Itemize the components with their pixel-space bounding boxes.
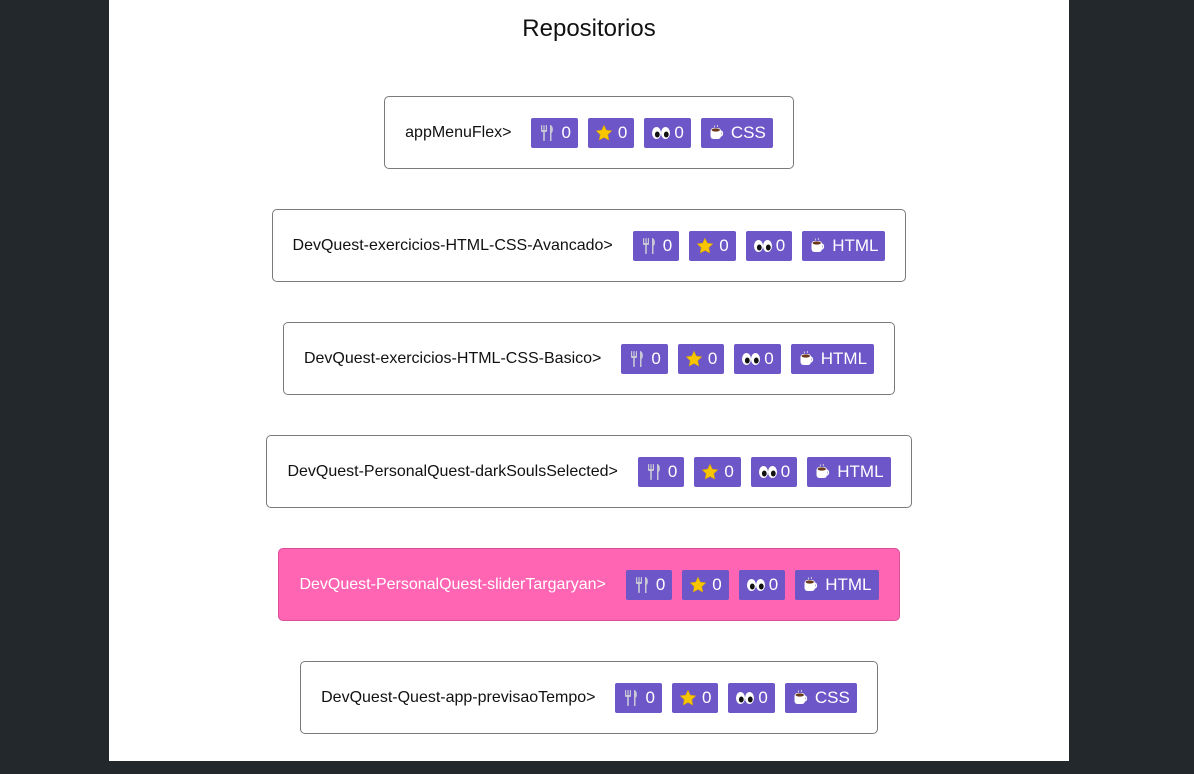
forks-badge: 0: [625, 569, 673, 600]
repo-card-slider-targaryan[interactable]: DevQuest-PersonalQuest-sliderTargaryan> …: [278, 548, 900, 621]
fork-and-knife-icon: [633, 576, 651, 594]
fork-and-knife-icon: [640, 237, 658, 255]
stars-badge: 0: [587, 117, 635, 148]
stars-count: 0: [617, 122, 628, 142]
watchers-badge: 0: [734, 343, 781, 374]
watchers-count: 0: [674, 122, 684, 142]
language-badge: HTML: [807, 456, 891, 487]
stars-badge: 0: [689, 230, 736, 261]
coffee-cup-icon: [814, 463, 832, 481]
forks-badge: 0: [615, 682, 662, 713]
coffee-cup-icon: [809, 237, 827, 255]
forks-count: 0: [667, 461, 678, 481]
forks-count: 0: [561, 122, 571, 142]
stars-badge: 0: [694, 456, 741, 487]
stars-count: 0: [707, 348, 718, 368]
language-label: HTML: [820, 348, 868, 368]
forks-count: 0: [655, 574, 666, 594]
language-badge: CSS: [700, 117, 773, 148]
stars-count: 0: [712, 574, 722, 594]
repo-card-darksouls-selected[interactable]: DevQuest-PersonalQuest-darkSoulsSelected…: [266, 435, 912, 508]
watchers-count: 0: [764, 348, 774, 368]
stars-badge: 0: [671, 682, 719, 713]
forks-count: 0: [651, 348, 661, 368]
star-icon: [689, 576, 707, 594]
forks-badge: 0: [531, 117, 578, 148]
language-label: HTML: [837, 461, 884, 481]
star-icon: [701, 463, 719, 481]
coffee-cup-icon: [798, 350, 816, 368]
repo-card-appmenuflex[interactable]: appMenuFlex> 0 0 0 CSS: [384, 96, 794, 169]
star-icon: [679, 689, 697, 707]
stars-badge: 0: [677, 343, 725, 374]
star-icon: [685, 350, 703, 368]
watchers-badge: 0: [745, 230, 793, 261]
stars-count: 0: [719, 235, 729, 255]
repo-name: DevQuest-Quest-app-previsaoTempo>: [321, 688, 596, 706]
forks-count: 0: [662, 235, 673, 255]
repo-name: appMenuFlex>: [405, 123, 512, 141]
language-label: CSS: [814, 687, 850, 707]
fork-and-knife-icon: [622, 689, 640, 707]
eyes-icon: [753, 237, 772, 255]
eyes-icon: [741, 350, 761, 368]
fork-and-knife-icon: [538, 124, 556, 142]
forks-count: 0: [645, 687, 655, 707]
stars-count: 0: [724, 461, 734, 481]
language-label: HTML: [825, 574, 872, 594]
language-badge: HTML: [802, 230, 886, 261]
language-badge: CSS: [784, 682, 857, 713]
watchers-count: 0: [775, 235, 786, 255]
watchers-badge: 0: [728, 682, 775, 713]
stars-badge: 0: [682, 569, 729, 600]
watchers-count: 0: [758, 687, 768, 707]
eyes-icon: [651, 124, 671, 142]
language-label: HTML: [832, 235, 879, 255]
watchers-count: 0: [768, 574, 779, 594]
language-badge: HTML: [790, 343, 875, 374]
forks-badge: 0: [621, 343, 668, 374]
eyes-icon: [735, 689, 755, 707]
stars-count: 0: [701, 687, 712, 707]
coffee-cup-icon: [708, 124, 726, 142]
repo-card-html-css-avancado[interactable]: DevQuest-exercicios-HTML-CSS-Avancado> 0…: [271, 209, 907, 282]
main-content: Repositorios appMenuFlex> 0 0 0 CSS DevQ…: [109, 0, 1069, 761]
star-icon: [595, 124, 613, 142]
eyes-icon: [758, 463, 777, 481]
fork-and-knife-icon: [628, 350, 646, 368]
fork-and-knife-icon: [645, 463, 663, 481]
watchers-badge: 0: [750, 456, 798, 487]
star-icon: [696, 237, 714, 255]
repo-card-html-css-basico[interactable]: DevQuest-exercicios-HTML-CSS-Basico> 0 0…: [282, 322, 896, 395]
repo-name: DevQuest-exercicios-HTML-CSS-Avancado>: [292, 236, 613, 254]
repo-list: appMenuFlex> 0 0 0 CSS DevQuest-exercici…: [109, 96, 1069, 774]
coffee-cup-icon: [802, 576, 820, 594]
eyes-icon: [746, 576, 765, 594]
language-badge: HTML: [795, 569, 879, 600]
language-label: CSS: [730, 122, 766, 142]
forks-badge: 0: [632, 230, 680, 261]
forks-badge: 0: [637, 456, 685, 487]
coffee-cup-icon: [792, 689, 810, 707]
repo-name: DevQuest-exercicios-HTML-CSS-Basico>: [303, 349, 602, 367]
repo-card-previsao-tempo[interactable]: DevQuest-Quest-app-previsaoTempo> 0 0 0 …: [300, 661, 878, 734]
watchers-badge: 0: [738, 569, 786, 600]
page-title: Repositorios: [522, 15, 656, 42]
watchers-count: 0: [780, 461, 791, 481]
repo-name: DevQuest-PersonalQuest-darkSoulsSelected…: [287, 462, 618, 480]
repo-name: DevQuest-PersonalQuest-sliderTargaryan>: [299, 575, 606, 593]
watchers-badge: 0: [644, 117, 691, 148]
